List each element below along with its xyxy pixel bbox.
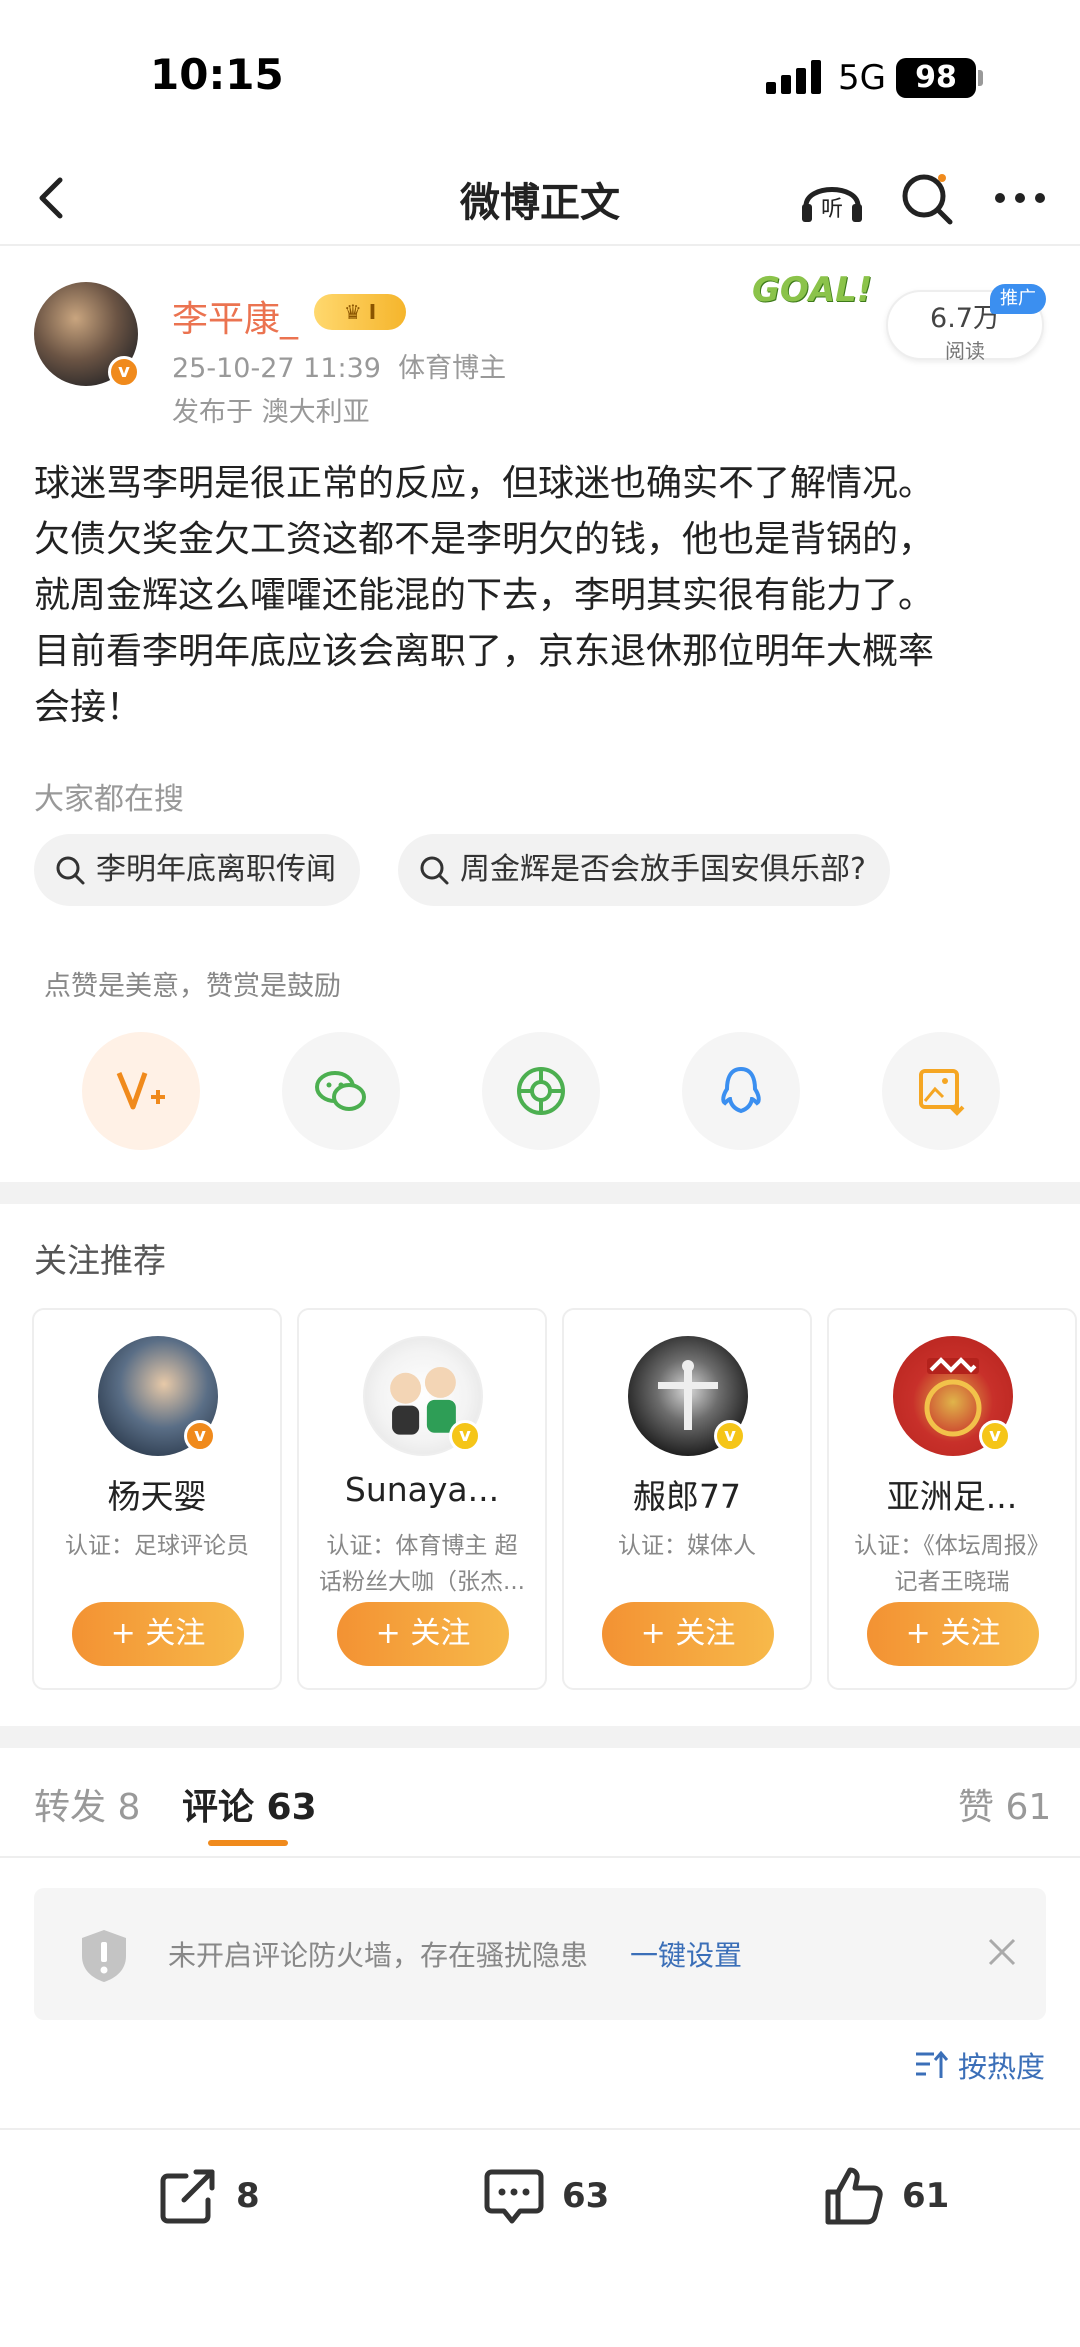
hot-search-label: 大家都在搜 xyxy=(34,782,184,817)
post-body-line: 欠债欠奖金欠工资这都不是李明欠的钱，他也是背锅的， xyxy=(34,519,935,560)
share-qq-button[interactable] xyxy=(682,1032,800,1150)
tab-indicator xyxy=(208,1840,288,1846)
post-body-line: 就周金辉这么嚯嚯还能混的下去，李明其实很有能力了。 xyxy=(34,575,935,616)
recommend-card[interactable]: v 亚洲足... 认证：《体坛周报》记者王晓瑞 + 关注 xyxy=(827,1308,1077,1690)
post-body-line: 目前看李明年底应该会离职了，京东退休那位明年大概率 xyxy=(34,631,935,672)
repost-icon xyxy=(160,2169,215,2224)
moments-icon xyxy=(517,1067,565,1115)
recommend-desc: 认证：媒体人 xyxy=(618,1533,756,1559)
status-time: 10:15 xyxy=(150,50,284,99)
nav-bar: 微博正文 听 xyxy=(0,150,1080,246)
sort-button[interactable]: 按热度 xyxy=(914,2042,1046,2086)
share-row xyxy=(0,1032,1080,1152)
post-body-line: 会接！ xyxy=(34,687,143,728)
sort-label: 按热度 xyxy=(958,2050,1046,2084)
hot-search-chip-label: 周金辉是否会放手国安俱乐部? xyxy=(460,852,866,887)
read-label: 阅读 xyxy=(945,339,985,363)
verified-icon: v xyxy=(979,1420,1011,1452)
verified-icon: v xyxy=(108,356,140,388)
recommend-name[interactable]: 杨天婴 xyxy=(34,1470,280,1518)
recommend-card[interactable]: v 赧郎77 认证：媒体人 + 关注 xyxy=(562,1308,812,1690)
search-icon xyxy=(56,856,85,885)
search-icon xyxy=(420,856,449,885)
tab-like[interactable]: 赞 61 xyxy=(958,1778,1051,1830)
vip-badge[interactable]: ♛ I xyxy=(314,294,406,330)
follow-button[interactable]: + 关注 xyxy=(867,1602,1039,1666)
bottom-action-bar: 8 63 61 xyxy=(0,2128,1080,2347)
tab-comment[interactable]: 评论 63 xyxy=(182,1778,317,1830)
author-name[interactable]: 李平康_ xyxy=(172,290,298,342)
reward-button[interactable] xyxy=(82,1032,200,1150)
battery-tip xyxy=(978,70,983,86)
recommend-desc: 认证：足球评论员 xyxy=(65,1533,249,1559)
post-timestamp: 25-10-27 11:39 xyxy=(172,353,381,384)
recommend-desc: 认证：体育博主 超话粉丝大咖（张杰... xyxy=(319,1533,525,1595)
author-tag: 体育博主 xyxy=(398,353,507,384)
vip-level: I xyxy=(368,300,377,324)
firewall-notice-text: 未开启评论防火墙，存在骚扰隐患 xyxy=(168,1939,589,1972)
verified-icon: v xyxy=(714,1420,746,1452)
reward-hint: 点赞是美意，赞赏是鼓励 xyxy=(44,971,341,1002)
more-icon[interactable] xyxy=(990,166,1050,230)
listen-label: 听 xyxy=(821,197,843,222)
verified-icon: v xyxy=(449,1420,481,1452)
wechat-icon xyxy=(315,1071,366,1111)
recommend-desc: 认证：《体坛周报》记者王晓瑞 xyxy=(854,1533,1050,1595)
verified-icon: v xyxy=(184,1420,216,1452)
reward-icon xyxy=(116,1072,165,1110)
recommend-card[interactable]: v 杨天婴 认证：足球评论员 + 关注 xyxy=(32,1308,282,1690)
hot-search-chip[interactable]: 李明年底离职传闻 xyxy=(34,834,360,906)
recommend-name[interactable]: 亚洲足... xyxy=(829,1470,1075,1518)
firewall-settings-link[interactable]: 一键设置 xyxy=(630,1934,742,1974)
post-body-line: 球迷骂李明是很正常的反应，但球迷也确实不了解情况。 xyxy=(34,463,935,504)
listen-icon[interactable]: 听 xyxy=(798,166,866,230)
battery-icon: 98 xyxy=(896,58,976,98)
post-location: 发布于 澳大利亚 xyxy=(172,397,370,428)
hot-search-chip[interactable]: 周金辉是否会放手国安俱乐部? xyxy=(398,834,890,906)
status-bar: 10:15 5G 98 xyxy=(0,0,1080,150)
comment-count: 63 xyxy=(562,2176,610,2216)
post-meta: 25-10-27 11:39 体育博主 xyxy=(172,346,506,385)
qq-icon xyxy=(721,1066,761,1114)
share-wechat-button[interactable] xyxy=(282,1032,400,1150)
repost-count: 8 xyxy=(236,2176,260,2216)
shield-icon xyxy=(82,1930,126,1982)
follow-button[interactable]: + 关注 xyxy=(337,1602,509,1666)
share-moments-button[interactable] xyxy=(482,1032,600,1150)
recommend-name[interactable]: 赧郎77 xyxy=(564,1470,810,1518)
goal-badge: GOAL! xyxy=(752,270,873,310)
recommend-title: 关注推荐 xyxy=(34,1241,166,1280)
follow-button[interactable]: + 关注 xyxy=(72,1602,244,1666)
follow-button[interactable]: + 关注 xyxy=(602,1602,774,1666)
save-image-button[interactable] xyxy=(882,1032,1000,1150)
search-icon[interactable] xyxy=(896,166,956,230)
network-type: 5G xyxy=(838,58,886,98)
sort-icon xyxy=(916,2050,948,2078)
recommend-card[interactable]: v Sunaya... 认证：体育博主 超话粉丝大咖（张杰... + 关注 xyxy=(297,1308,547,1690)
hot-search-chip-label: 李明年底离职传闻 xyxy=(96,852,336,887)
thumbs-up-icon xyxy=(825,2167,883,2225)
section-divider xyxy=(0,1726,1080,1748)
comment-icon xyxy=(484,2169,544,2224)
tabs-divider xyxy=(0,1856,1080,1858)
section-divider xyxy=(0,1182,1080,1204)
tab-repost[interactable]: 转发 8 xyxy=(34,1778,140,1830)
signal-icon xyxy=(766,60,822,94)
like-count: 61 xyxy=(902,2176,950,2216)
close-icon[interactable] xyxy=(982,1932,1022,1972)
recommend-name[interactable]: Sunaya... xyxy=(299,1470,545,1509)
ad-tag: 推广 xyxy=(990,284,1046,314)
save-image-icon xyxy=(919,1069,965,1116)
post-body: 球迷骂李明是很正常的反应，但球迷也确实不了解情况。 欠债欠奖金欠工资这都不是李明… xyxy=(34,456,1054,736)
firewall-notice: 未开启评论防火墙，存在骚扰隐患 一键设置 xyxy=(34,1888,1046,2020)
